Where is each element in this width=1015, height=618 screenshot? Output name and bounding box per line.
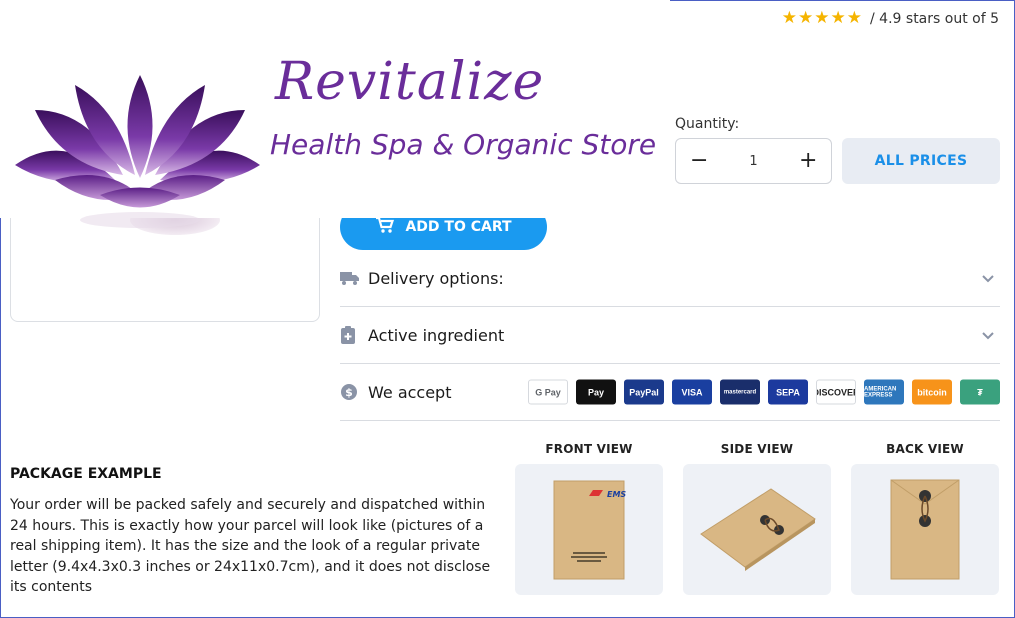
delivery-options-row[interactable]: Delivery options: <box>340 250 1000 307</box>
brand-logo: Revitalize Health Spa & Organic Store <box>0 0 670 228</box>
we-accept-row: $ We accept G Pay Pay PayPal VISA mastercar… <box>340 364 1000 421</box>
chevron-down-icon <box>982 332 994 340</box>
coin-icon: $ <box>340 383 362 401</box>
back-view-card[interactable] <box>851 464 999 595</box>
visa-icon: VISA <box>672 379 712 405</box>
envelope-front-image: EMS <box>553 480 626 580</box>
star-icon: ★ <box>781 8 798 28</box>
amex-icon: AMERICAN EXPRESS <box>864 379 904 405</box>
quantity-value[interactable]: 1 <box>749 154 757 169</box>
quantity-increment-button[interactable]: + <box>799 150 817 172</box>
ems-stamp: EMS <box>607 490 626 499</box>
star-icon: ★ <box>798 8 814 28</box>
tether-icon: ₮ <box>960 379 1000 405</box>
package-description: Your order will be packed safely and sec… <box>10 497 491 595</box>
quantity-decrement-button[interactable]: − <box>690 150 708 172</box>
frame-border-top <box>670 0 1015 1</box>
front-view-label: FRONT VIEW <box>545 442 633 456</box>
back-view: BACK VIEW <box>851 442 999 595</box>
sepa-icon: SEPA <box>768 379 808 405</box>
add-to-cart-label: ADD TO CART <box>405 219 512 235</box>
clipboard-icon <box>340 326 362 344</box>
side-view-card[interactable] <box>683 464 831 595</box>
brand-tagline: Health Spa & Organic Store <box>270 128 657 161</box>
envelope-side-image <box>700 488 816 571</box>
discover-icon: DISCOVER <box>816 379 856 405</box>
rating-stars: ★ ★ ★ ★ ★ <box>782 10 862 27</box>
product-rating: ★ ★ ★ ★ ★ / 4.9 stars out of 5 <box>782 10 999 27</box>
frame-border-left <box>0 210 1 618</box>
envelope-back-image <box>890 479 960 580</box>
brand-name: Revitalize <box>275 52 545 112</box>
package-example-title: PACKAGE EXAMPLE <box>10 466 162 482</box>
cart-icon <box>375 216 395 238</box>
star-icon: ★ <box>846 8 863 28</box>
bitcoin-icon: bitcoin <box>912 379 952 405</box>
front-view-card[interactable]: EMS <box>515 464 663 595</box>
svg-text:$: $ <box>345 386 353 399</box>
side-view-label: SIDE VIEW <box>720 442 794 456</box>
delivery-options-label: Delivery options: <box>368 268 504 288</box>
we-accept-label: We accept <box>368 382 452 402</box>
google-pay-icon: G Pay <box>528 379 568 405</box>
lotus-icon <box>15 75 260 228</box>
active-ingredient-label: Active ingredient <box>368 325 505 345</box>
paypal-icon: PayPal <box>624 379 664 405</box>
chevron-down-icon <box>982 275 994 283</box>
quantity-label: Quantity: <box>675 116 740 132</box>
star-icon: ★ <box>830 8 846 28</box>
apple-pay-icon: Pay <box>576 379 616 405</box>
mastercard-icon: mastercard <box>720 379 760 405</box>
rating-text: / 4.9 stars out of 5 <box>870 10 999 27</box>
all-prices-button[interactable]: ALL PRICES <box>842 138 1000 184</box>
back-view-label: BACK VIEW <box>886 442 964 456</box>
truck-icon <box>340 270 362 286</box>
payment-methods: G Pay Pay PayPal VISA mastercard SEPA DISCOVE… <box>528 379 1000 405</box>
side-view: SIDE VIEW <box>683 442 831 595</box>
active-ingredient-row[interactable]: Active ingredient <box>340 307 1000 364</box>
front-view: FRONT VIEW EMS <box>515 442 663 595</box>
quantity-stepper: − 1 + <box>675 138 832 184</box>
star-icon: ★ <box>814 8 830 28</box>
